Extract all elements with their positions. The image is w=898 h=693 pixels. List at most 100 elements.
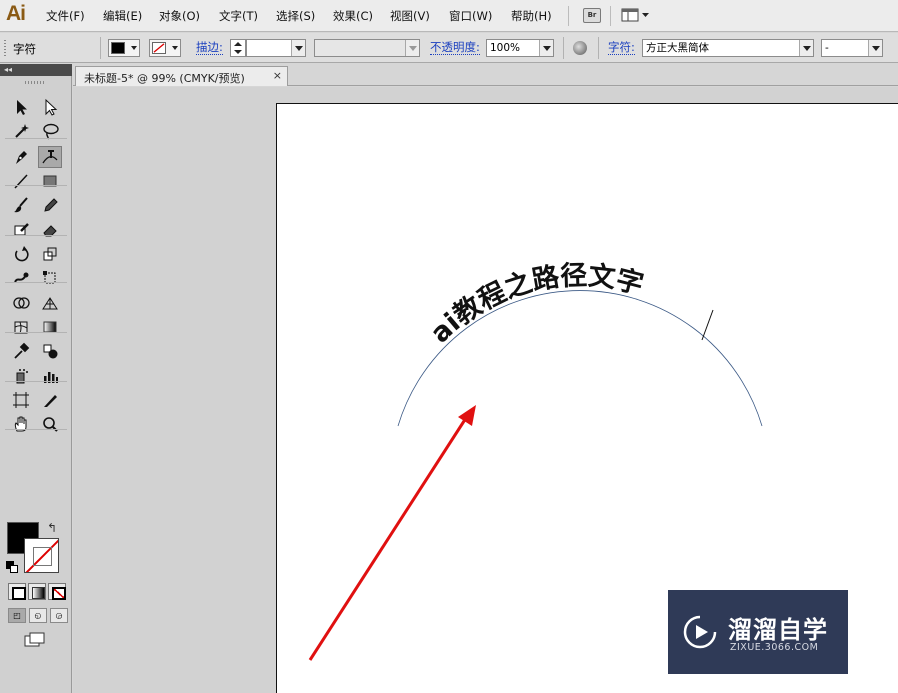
rectangle-icon: [43, 175, 57, 187]
stroke-color-box[interactable]: [24, 538, 59, 573]
collapse-panel-icon[interactable]: ◂◂: [4, 64, 12, 76]
free-transform-icon: [43, 271, 56, 284]
selection-icon: [17, 100, 27, 115]
scale-tool[interactable]: [38, 243, 62, 265]
rectangle-tool[interactable]: [38, 170, 62, 192]
selection-type-label: 字符: [13, 42, 36, 56]
draw-inside-button[interactable]: ◶: [50, 608, 68, 623]
font-family-dropdown[interactable]: 方正大黑简体: [642, 39, 814, 57]
tool-separator: [5, 282, 67, 283]
gradient-tool[interactable]: [38, 316, 62, 338]
draw-behind-button[interactable]: ◵: [29, 608, 47, 623]
pen-icon: [16, 151, 27, 164]
paintbrush-tool[interactable]: [9, 194, 33, 216]
stroke-weight-stepper[interactable]: [230, 39, 246, 57]
hand-icon: [14, 416, 27, 432]
zoom-icon: [43, 417, 58, 432]
type-on-path-tool[interactable]: [38, 146, 62, 168]
control-separator: [100, 37, 101, 59]
close-icon[interactable]: ×: [273, 69, 282, 82]
workspace-switcher-button[interactable]: [621, 8, 651, 23]
opacity-field[interactable]: 100%: [486, 39, 554, 57]
stroke-color-dropdown[interactable]: [149, 39, 181, 57]
column-graph-tool[interactable]: [38, 365, 62, 387]
chevron-down-icon[interactable]: [539, 40, 553, 56]
menu-separator: [610, 6, 611, 26]
character-panel-link[interactable]: 字符:: [608, 41, 635, 55]
free-transform-tool[interactable]: [38, 267, 62, 289]
chevron-down-icon[interactable]: [799, 40, 813, 56]
menu-view[interactable]: 视图(V): [390, 8, 430, 24]
stepper-arrows-icon: [234, 42, 242, 54]
rotate-tool[interactable]: [9, 243, 33, 265]
mesh-icon: [14, 321, 28, 334]
perspective-grid-tool[interactable]: [38, 292, 62, 314]
direct-selection-tool[interactable]: [38, 96, 62, 118]
shape-builder-tool[interactable]: [9, 292, 33, 314]
menu-edit[interactable]: 编辑(E): [103, 8, 142, 24]
menu-effect[interactable]: 效果(C): [333, 8, 373, 24]
font-style-dropdown[interactable]: -: [821, 39, 883, 57]
stroke-weight-field[interactable]: [246, 39, 306, 57]
menu-file[interactable]: 文件(F): [46, 8, 85, 24]
mesh-tool[interactable]: [9, 316, 33, 338]
tool-separator: [5, 138, 67, 139]
chevron-down-icon[interactable]: [405, 40, 419, 56]
fill-color-dropdown[interactable]: [108, 39, 140, 57]
eraser-icon: [43, 225, 57, 237]
none-mode-button[interactable]: [48, 583, 66, 600]
menu-type[interactable]: 文字(T): [219, 8, 258, 24]
watermark: 溜溜自学 ZIXUE.3066.COM: [668, 590, 848, 674]
color-mode-button[interactable]: [8, 583, 26, 600]
eyedropper-tool[interactable]: [9, 340, 33, 362]
swap-fill-stroke-icon[interactable]: ↰: [47, 521, 57, 535]
perspective-grid-icon: [42, 297, 58, 310]
menu-help[interactable]: 帮助(H): [511, 8, 552, 24]
brush-definition-dropdown[interactable]: [314, 39, 420, 57]
slice-tool[interactable]: [38, 389, 62, 411]
blob-brush-tool[interactable]: [9, 219, 33, 241]
chevron-down-icon[interactable]: [868, 40, 882, 56]
artboard-tool[interactable]: [9, 389, 33, 411]
fill-swatch: [111, 42, 125, 54]
draw-normal-button[interactable]: ◰: [8, 608, 26, 623]
warp-tool[interactable]: [9, 267, 33, 289]
stroke-panel-link[interactable]: 描边:: [196, 41, 223, 55]
tools-panel: ↰ ◰ ◵ ◶: [0, 76, 72, 693]
tool-separator: [5, 185, 67, 186]
opacity-panel-link[interactable]: 不透明度:: [430, 41, 480, 55]
bridge-button[interactable]: Br: [583, 8, 601, 23]
pen-tool[interactable]: [9, 146, 33, 168]
panel-grip[interactable]: [25, 81, 45, 84]
selection-tool[interactable]: [9, 96, 33, 118]
font-style-value: -: [825, 42, 829, 54]
panel-grip[interactable]: [4, 40, 6, 56]
document-tab-bar: 未标题-5* @ 99% (CMYK/预览) ×: [73, 64, 898, 86]
menu-select[interactable]: 选择(S): [276, 8, 315, 24]
eraser-tool[interactable]: [38, 219, 62, 241]
symbol-sprayer-tool[interactable]: [9, 365, 33, 387]
hand-tool[interactable]: [9, 413, 33, 435]
tool-separator: [5, 381, 67, 382]
watermark-url: ZIXUE.3066.COM: [730, 642, 819, 653]
font-family-value: 方正大黑简体: [646, 42, 709, 54]
zoom-tool[interactable]: [38, 413, 62, 435]
gradient-icon: [43, 321, 57, 333]
paintbrush-icon: [14, 197, 28, 213]
default-colors-icon[interactable]: [6, 561, 18, 573]
screen-mode-icon[interactable]: [24, 632, 46, 648]
menu-window[interactable]: 窗口(W): [449, 8, 492, 24]
chevron-down-icon[interactable]: [291, 40, 305, 56]
menu-object[interactable]: 对象(O): [159, 8, 200, 24]
control-separator: [598, 37, 599, 59]
blend-tool[interactable]: [38, 340, 62, 362]
gradient-mode-button[interactable]: [28, 583, 46, 600]
app-logo: Ai: [6, 2, 26, 25]
pencil-tool[interactable]: [38, 194, 62, 216]
document-tab[interactable]: 未标题-5* @ 99% (CMYK/预览) ×: [75, 66, 288, 86]
line-segment-tool[interactable]: [9, 170, 33, 192]
opacity-value: 100%: [490, 42, 521, 54]
watermark-logo-icon: [683, 615, 717, 649]
no-stroke-swatch-icon: [152, 42, 166, 54]
recolor-artwork-icon[interactable]: [573, 41, 587, 55]
